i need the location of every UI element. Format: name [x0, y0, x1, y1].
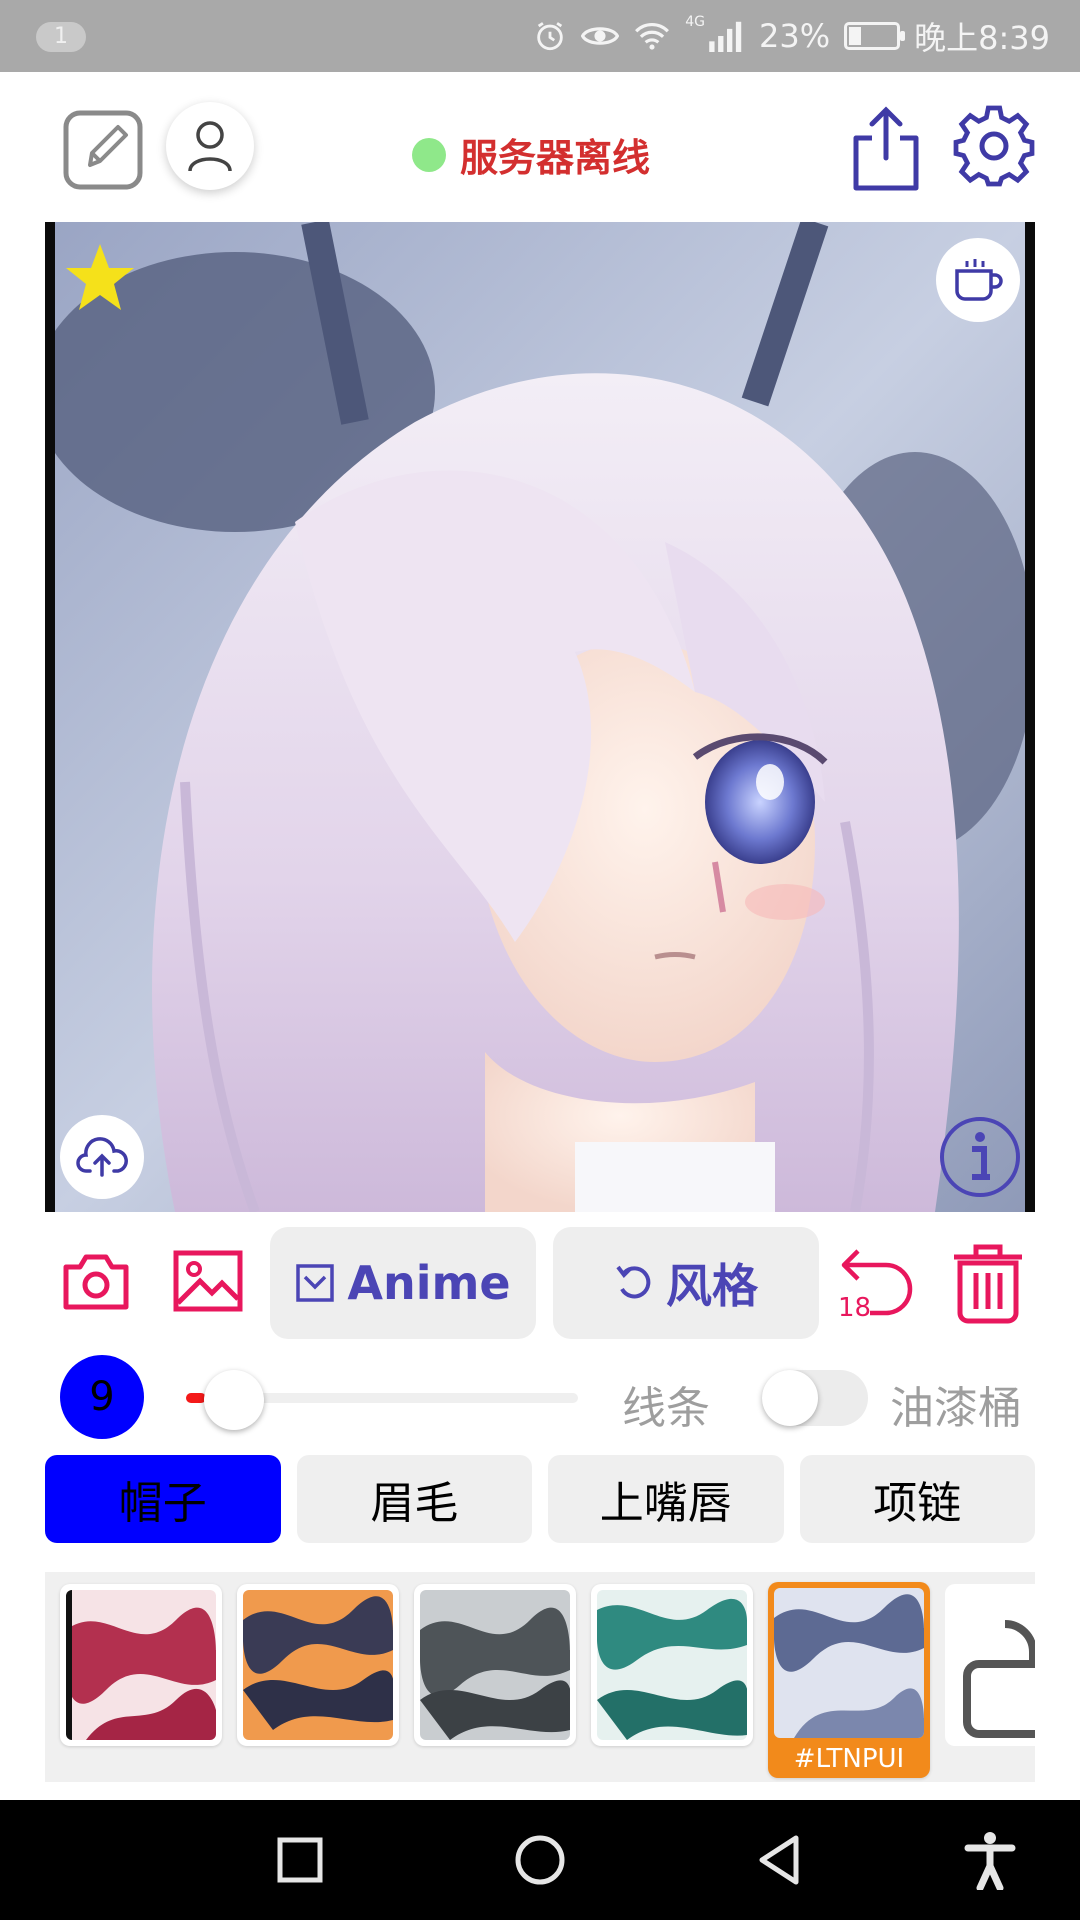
swatch-orange-image: [243, 1590, 393, 1740]
slider-fill: [186, 1393, 206, 1403]
coffee-button[interactable]: [936, 238, 1020, 322]
recent-apps-icon[interactable]: [270, 1830, 330, 1890]
status-bar-right: 4G 23% 晚上8:39: [533, 14, 1050, 58]
status-bar: 1 4G 23% 晚上8:39: [0, 0, 1080, 72]
gallery-icon[interactable]: [172, 1247, 244, 1315]
anime-mode-button[interactable]: Anime: [270, 1227, 536, 1339]
swatch-gray-image: [420, 1590, 570, 1740]
locked-swatch[interactable]: [945, 1584, 1035, 1746]
action-row: Anime 风格 18: [0, 1225, 1080, 1345]
tab-necklace[interactable]: 项链: [799, 1455, 1035, 1543]
cloud-upload-icon: [76, 1137, 128, 1177]
alarm-icon: [537, 22, 563, 51]
cloud-upload-button[interactable]: [60, 1115, 144, 1199]
info-icon[interactable]: [938, 1115, 1022, 1199]
style-label: 风格: [666, 1259, 758, 1313]
top-toolbar: 服务器离线: [0, 72, 1080, 222]
refresh-icon: [616, 1265, 651, 1299]
eye-icon: [581, 27, 620, 45]
trash-icon[interactable]: [950, 1243, 1026, 1325]
navigation-bar: [0, 1800, 1080, 1920]
style-button[interactable]: 风格: [553, 1227, 819, 1339]
user-icon: [188, 121, 232, 172]
bucket-label: 油漆桶: [890, 1383, 1022, 1434]
camera-icon[interactable]: [62, 1247, 130, 1315]
clock: 晚上8:39: [914, 19, 1050, 57]
anime-label: Anime: [347, 1256, 511, 1310]
brush-row: 9 线条 油漆桶: [0, 1350, 1080, 1450]
style-swatch[interactable]: [591, 1584, 753, 1746]
swatch-code: #LTNPUI: [793, 1744, 905, 1774]
swatch-teal-image: [597, 1590, 747, 1740]
coffee-icon: [955, 259, 1003, 301]
wifi-icon: [635, 23, 670, 50]
accessibility-icon[interactable]: [960, 1830, 1020, 1890]
style-swatch-strip: #LTNPUI: [45, 1572, 1035, 1782]
tab-upper-lip[interactable]: 上嘴唇: [548, 1455, 784, 1543]
undo-count: 18: [838, 1293, 872, 1323]
network-type: 4G: [685, 14, 705, 30]
bucket-toggle[interactable]: [762, 1370, 868, 1426]
toggle-knob: [762, 1370, 818, 1426]
lock-icon: [963, 1620, 1035, 1738]
signal-icon: [709, 21, 742, 52]
server-status: 服务器离线: [412, 127, 650, 182]
swatch-blue-image: [774, 1588, 924, 1738]
part-tabs: 帽子 眉毛 上嘴唇 项链: [45, 1455, 1035, 1543]
mail-icon: [296, 1264, 335, 1302]
home-icon[interactable]: [510, 1830, 570, 1890]
star-icon[interactable]: [62, 240, 138, 316]
status-dot: [412, 137, 446, 172]
battery-percent: 23%: [759, 17, 831, 55]
avatar-button[interactable]: [166, 102, 254, 190]
battery-icon: [844, 22, 906, 50]
style-swatch[interactable]: [237, 1584, 399, 1746]
generated-image[interactable]: [45, 222, 1035, 1212]
line-label: 线条: [622, 1383, 710, 1434]
gear-icon[interactable]: [952, 104, 1036, 188]
style-swatch-selected[interactable]: #LTNPUI: [768, 1582, 930, 1778]
server-status-text: 服务器离线: [460, 136, 651, 180]
style-swatch[interactable]: [60, 1584, 222, 1746]
edit-icon[interactable]: [62, 107, 146, 191]
share-icon[interactable]: [848, 102, 924, 192]
notification-badge: 1: [36, 22, 86, 52]
anime-portrait-image: [55, 222, 1025, 1212]
slider-thumb[interactable]: [204, 1370, 264, 1430]
back-icon[interactable]: [750, 1830, 810, 1890]
tab-eyebrows[interactable]: 眉毛: [296, 1455, 532, 1543]
brush-size-badge[interactable]: 9: [60, 1355, 144, 1439]
swatch-red-image: [66, 1590, 216, 1740]
tab-hat[interactable]: 帽子: [45, 1455, 281, 1543]
style-swatch[interactable]: [414, 1584, 576, 1746]
